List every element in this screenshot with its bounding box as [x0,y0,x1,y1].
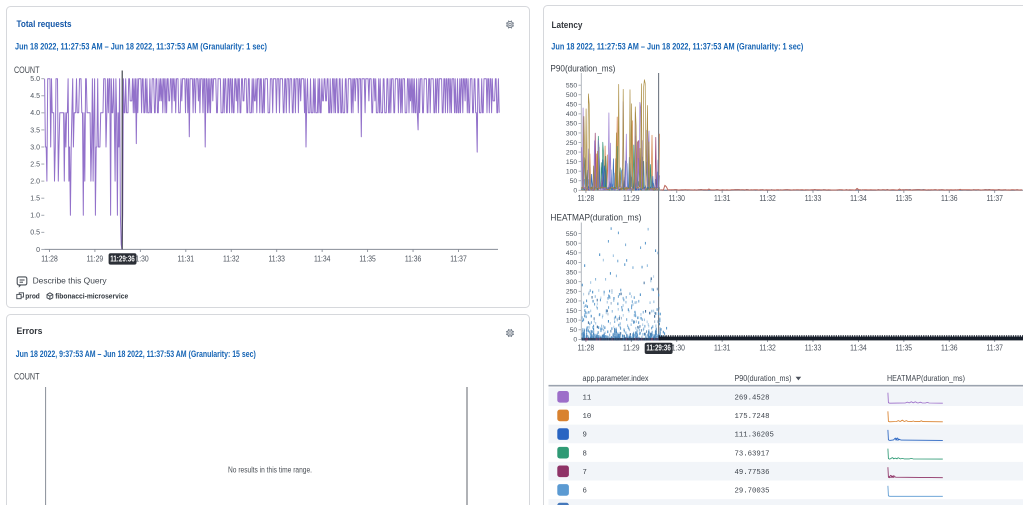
svg-text:450: 450 [566,250,578,257]
svg-text:11:36: 11:36 [405,254,422,264]
svg-text:8: 8 [583,450,587,458]
svg-text:Jun 18 2022, 9:37:53 AM – Jun: Jun 18 2022, 9:37:53 AM – Jun 18 2022, 1… [16,349,256,359]
svg-text:175.7248: 175.7248 [735,413,770,421]
svg-text:0: 0 [36,247,40,254]
svg-text:11:28: 11:28 [578,343,595,353]
svg-text:6: 6 [583,488,587,496]
svg-text:5.0: 5.0 [30,76,40,83]
svg-text:11:37: 11:37 [986,193,1003,203]
svg-text:450: 450 [566,102,578,109]
svg-text:300: 300 [566,130,578,137]
svg-text:11:32: 11:32 [759,193,776,203]
svg-text:P90(duration_ms): P90(duration_ms) [735,374,792,383]
svg-text:500: 500 [566,92,578,99]
svg-text:400: 400 [566,260,578,267]
svg-text:Total requests: Total requests [17,19,72,30]
svg-text:COUNT: COUNT [14,65,40,76]
svg-text:11:33: 11:33 [805,343,822,353]
svg-text:10: 10 [583,413,592,421]
svg-text:150: 150 [566,308,578,315]
svg-text:P90(duration_ms): P90(duration_ms) [550,63,615,73]
svg-text:No results in this time range.: No results in this time range. [228,465,312,474]
svg-text:11:31: 11:31 [714,343,731,353]
svg-text:50: 50 [570,178,578,185]
svg-text:11:29: 11:29 [623,343,640,353]
svg-text:50: 50 [570,327,578,334]
svg-text:11:34: 11:34 [314,254,331,264]
svg-text:11:29:36: 11:29:36 [646,344,671,353]
svg-text:550: 550 [566,231,578,238]
svg-text:250: 250 [566,140,578,147]
svg-text:2.5: 2.5 [30,162,40,169]
svg-text:11:29: 11:29 [87,254,104,264]
svg-text:550: 550 [566,83,578,90]
svg-text:11:37: 11:37 [986,343,1003,353]
svg-text:111.36205: 111.36205 [735,432,774,440]
svg-text:200: 200 [566,298,578,305]
svg-text:11: 11 [583,395,592,403]
svg-text:11:33: 11:33 [268,254,285,264]
svg-text:11:31: 11:31 [178,254,195,264]
svg-text:9: 9 [583,432,587,440]
svg-text:Latency: Latency [552,20,584,31]
svg-text:350: 350 [566,269,578,276]
svg-text:4.5: 4.5 [30,93,40,100]
svg-text:11:36: 11:36 [941,193,958,203]
svg-text:Jun 18 2022, 11:27:53 AM – Jun: Jun 18 2022, 11:27:53 AM – Jun 18 2022, … [551,42,803,52]
svg-text:2.0: 2.0 [30,179,40,186]
svg-text:300: 300 [566,279,578,286]
svg-text:4.0: 4.0 [30,110,40,117]
svg-text:269.4528: 269.4528 [735,395,770,403]
svg-text:fibonacci-microservice: fibonacci-microservice [55,292,128,301]
svg-text:0.5: 0.5 [30,230,40,237]
svg-text:500: 500 [566,241,578,248]
svg-text:11:28: 11:28 [41,254,58,264]
svg-text:350: 350 [566,121,578,128]
svg-text:100: 100 [566,169,578,176]
svg-text:7: 7 [583,469,587,477]
svg-text:Errors: Errors [17,326,43,337]
svg-text:HEATMAP(duration_ms): HEATMAP(duration_ms) [887,374,965,383]
svg-text:1.5: 1.5 [30,196,40,203]
svg-text:11:29:36: 11:29:36 [110,254,135,263]
svg-text:11:34: 11:34 [850,193,867,203]
svg-text:11:34: 11:34 [850,343,867,353]
svg-text:HEATMAP(duration_ms): HEATMAP(duration_ms) [550,213,641,223]
svg-text:11:28: 11:28 [578,193,595,203]
svg-text:150: 150 [566,159,578,166]
svg-text:11:36: 11:36 [941,343,958,353]
svg-text:Jun 18 2022, 11:27:53 AM – Jun: Jun 18 2022, 11:27:53 AM – Jun 18 2022, … [15,42,267,52]
svg-text:11:32: 11:32 [759,343,776,353]
svg-text:Describe this Query: Describe this Query [33,276,108,286]
svg-text:1.0: 1.0 [30,213,40,220]
svg-text:11:30: 11:30 [668,193,685,203]
svg-text:11:35: 11:35 [896,343,913,353]
svg-text:250: 250 [566,289,578,296]
svg-text:COUNT: COUNT [14,372,40,383]
svg-text:prod: prod [25,292,40,301]
svg-text:400: 400 [566,111,578,118]
svg-text:11:35: 11:35 [359,254,376,264]
svg-text:100: 100 [566,318,578,325]
svg-text:11:31: 11:31 [714,193,731,203]
svg-text:11:32: 11:32 [223,254,240,264]
svg-text:73.63917: 73.63917 [735,450,770,458]
svg-text:11:33: 11:33 [805,193,822,203]
svg-text:3.5: 3.5 [30,127,40,134]
svg-text:app.parameter.index: app.parameter.index [583,374,649,383]
svg-text:3.0: 3.0 [30,144,40,151]
svg-text:11:29: 11:29 [623,193,640,203]
svg-text:29.70035: 29.70035 [735,488,770,496]
svg-text:11:35: 11:35 [896,193,913,203]
svg-text:49.77536: 49.77536 [735,469,770,477]
svg-text:11:37: 11:37 [450,254,467,264]
svg-text:200: 200 [566,149,578,156]
